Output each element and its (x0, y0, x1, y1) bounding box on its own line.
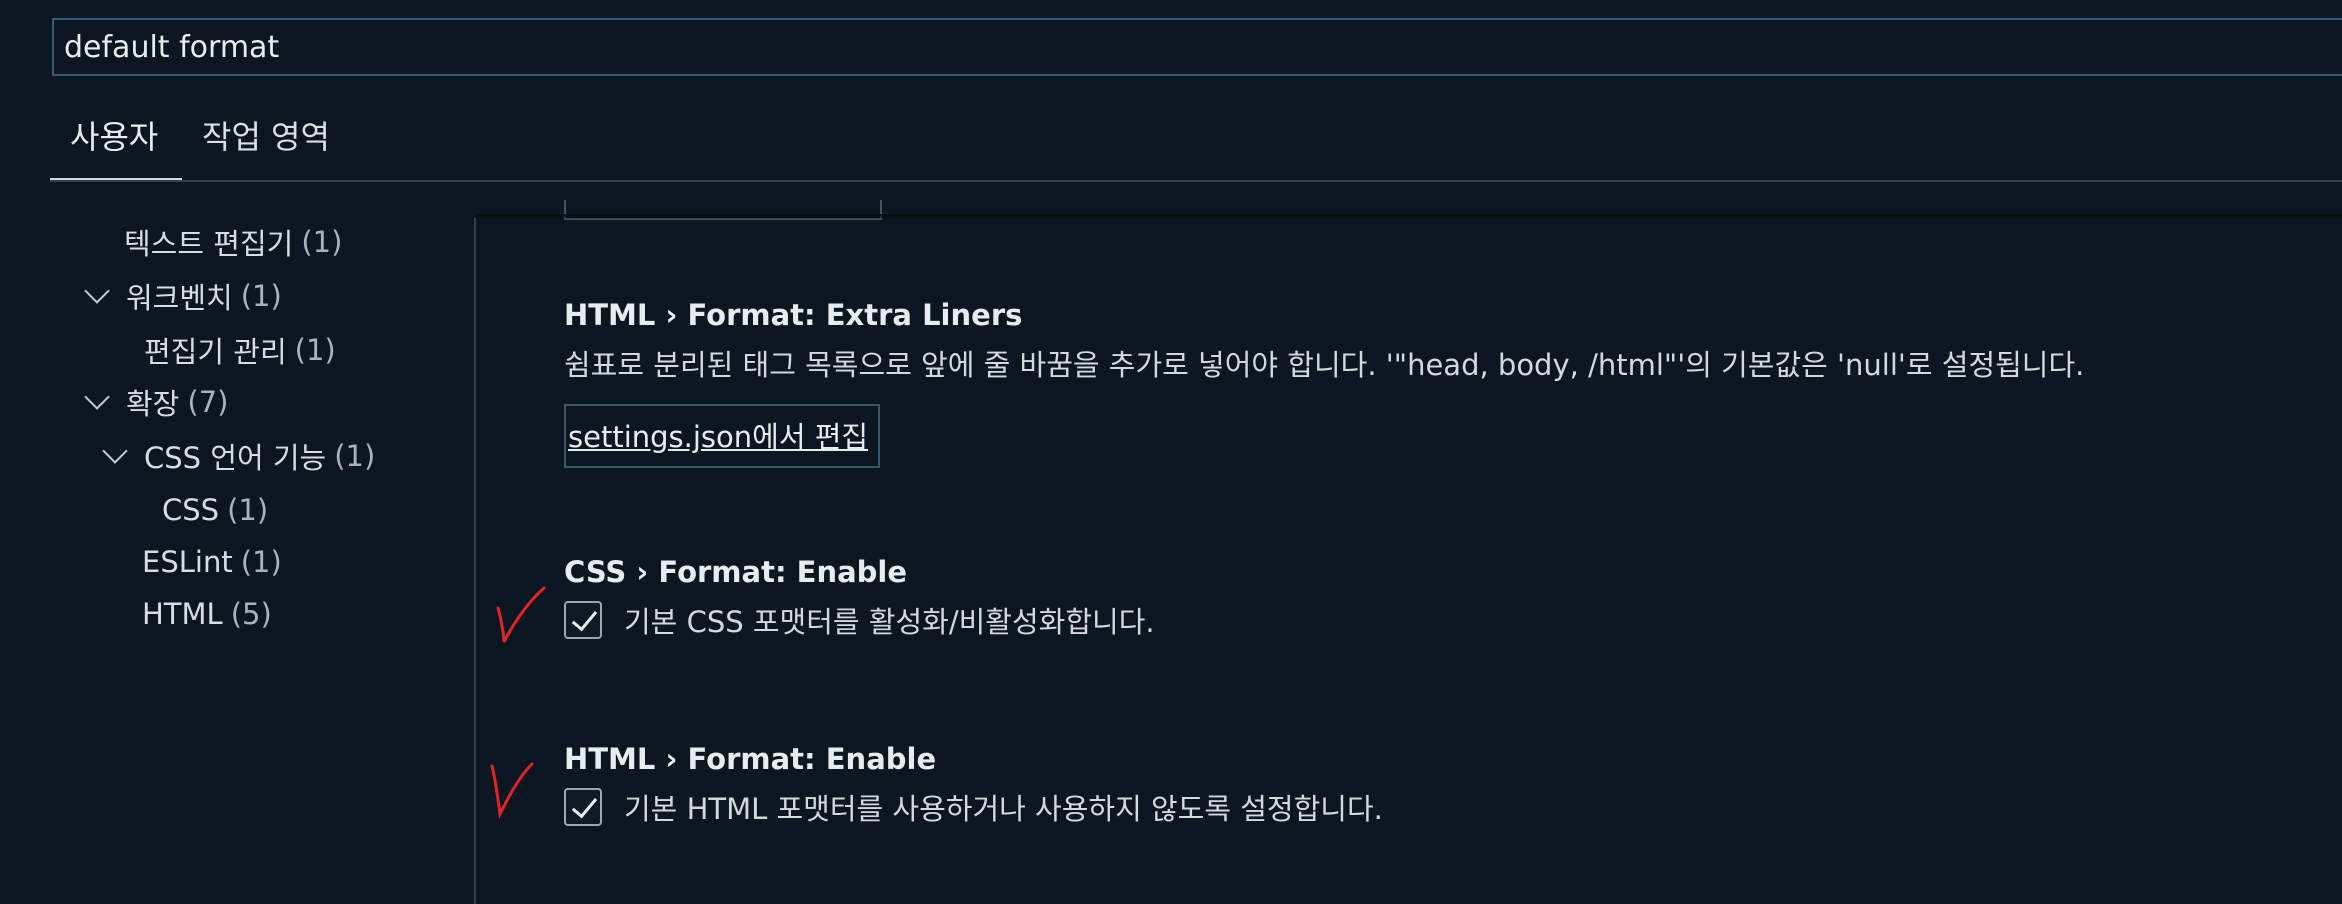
toc-item-label: HTML (142, 597, 223, 631)
css-format-enable-checkbox[interactable] (564, 601, 602, 639)
setting-title: HTML › Format: Extra Liners (564, 298, 1023, 332)
red-check-annotation-icon (490, 762, 534, 819)
toc-item-html[interactable]: HTML (5) (142, 594, 272, 634)
toc-item-count: (1) (294, 333, 336, 367)
edit-in-settings-json-button[interactable]: settings.json에서 편집 (564, 404, 881, 468)
toc-item-count: (1) (240, 545, 282, 579)
setting-description: 쉼표로 분리된 태그 목록으로 앞에 줄 바꿈을 추가로 넣어야 합니다. '"… (564, 348, 2085, 382)
toc-item-editor-management[interactable]: 편집기 관리 (1) (144, 330, 336, 370)
toc-item-count: (1) (301, 225, 343, 259)
chevron-down-icon[interactable] (84, 278, 110, 304)
toc-item-label: CSS (162, 493, 220, 527)
toc-divider (474, 218, 476, 904)
edit-in-settings-json-link[interactable]: settings.json에서 편집 (568, 420, 868, 454)
toc-item-label: 확장 (126, 387, 180, 421)
toc-item-eslint[interactable]: ESLint (1) (142, 542, 282, 582)
chevron-down-icon[interactable] (102, 438, 128, 464)
setting-html-format-enable: HTML › Format: Enable 기본 HTML 포맷터를 사용하거나… (564, 742, 1383, 828)
checkbox-label: 기본 HTML 포맷터를 사용하거나 사용하지 않도록 설정합니다. (624, 792, 1383, 826)
toc-item-count: (7) (187, 385, 229, 419)
setting-title: HTML › Format: Enable (564, 742, 937, 776)
red-check-annotation-icon (496, 586, 546, 643)
toc-item-count: (5) (230, 597, 272, 631)
settings-search-input[interactable] (64, 20, 1264, 74)
toc-item-label: ESLint (142, 545, 233, 579)
toc-item-count: (1) (240, 279, 282, 313)
toc-item-label: 워크벤치 (126, 281, 233, 315)
toc-item-css[interactable]: CSS (1) (162, 490, 268, 530)
header-divider (50, 180, 2342, 182)
toc-item-label: CSS 언어 기능 (144, 441, 327, 475)
toc-item-text-editor[interactable]: 텍스트 편집기 (1) (124, 222, 342, 262)
settings-search-box[interactable] (52, 18, 2342, 76)
toc-item-label: 편집기 관리 (144, 335, 287, 369)
setting-css-format-enable: CSS › Format: Enable 기본 CSS 포맷터를 활성화/비활성… (564, 555, 1155, 641)
settings-toc-tree: 텍스트 편집기 (1) 워크벤치 (1) 편집기 관리 (1) 확장 (7) C… (0, 220, 474, 904)
tab-user[interactable]: 사용자 (70, 112, 158, 172)
toc-item-label: 텍스트 편집기 (124, 227, 294, 261)
toc-item-count: (1) (334, 439, 376, 473)
setting-html-format-extra-liners: HTML › Format: Extra Liners 쉼표로 분리된 태그 목… (564, 298, 2084, 468)
scroll-shadow (476, 214, 2342, 220)
setting-checkbox-row: 기본 CSS 포맷터를 활성화/비활성화합니다. (564, 599, 1155, 641)
checkbox-label: 기본 CSS 포맷터를 활성화/비활성화합니다. (624, 605, 1155, 639)
setting-title: CSS › Format: Enable (564, 555, 908, 589)
toc-item-count: (1) (227, 493, 269, 527)
toc-item-extensions[interactable]: 확장 (7) (84, 382, 229, 422)
setting-checkbox-row: 기본 HTML 포맷터를 사용하거나 사용하지 않도록 설정합니다. (564, 786, 1383, 828)
tab-workspace[interactable]: 작업 영역 (202, 112, 330, 172)
chevron-down-icon[interactable] (84, 384, 110, 410)
html-format-enable-checkbox[interactable] (564, 788, 602, 826)
toc-item-css-language-features[interactable]: CSS 언어 기능 (1) (102, 436, 376, 476)
toc-item-workbench[interactable]: 워크벤치 (1) (84, 276, 282, 316)
